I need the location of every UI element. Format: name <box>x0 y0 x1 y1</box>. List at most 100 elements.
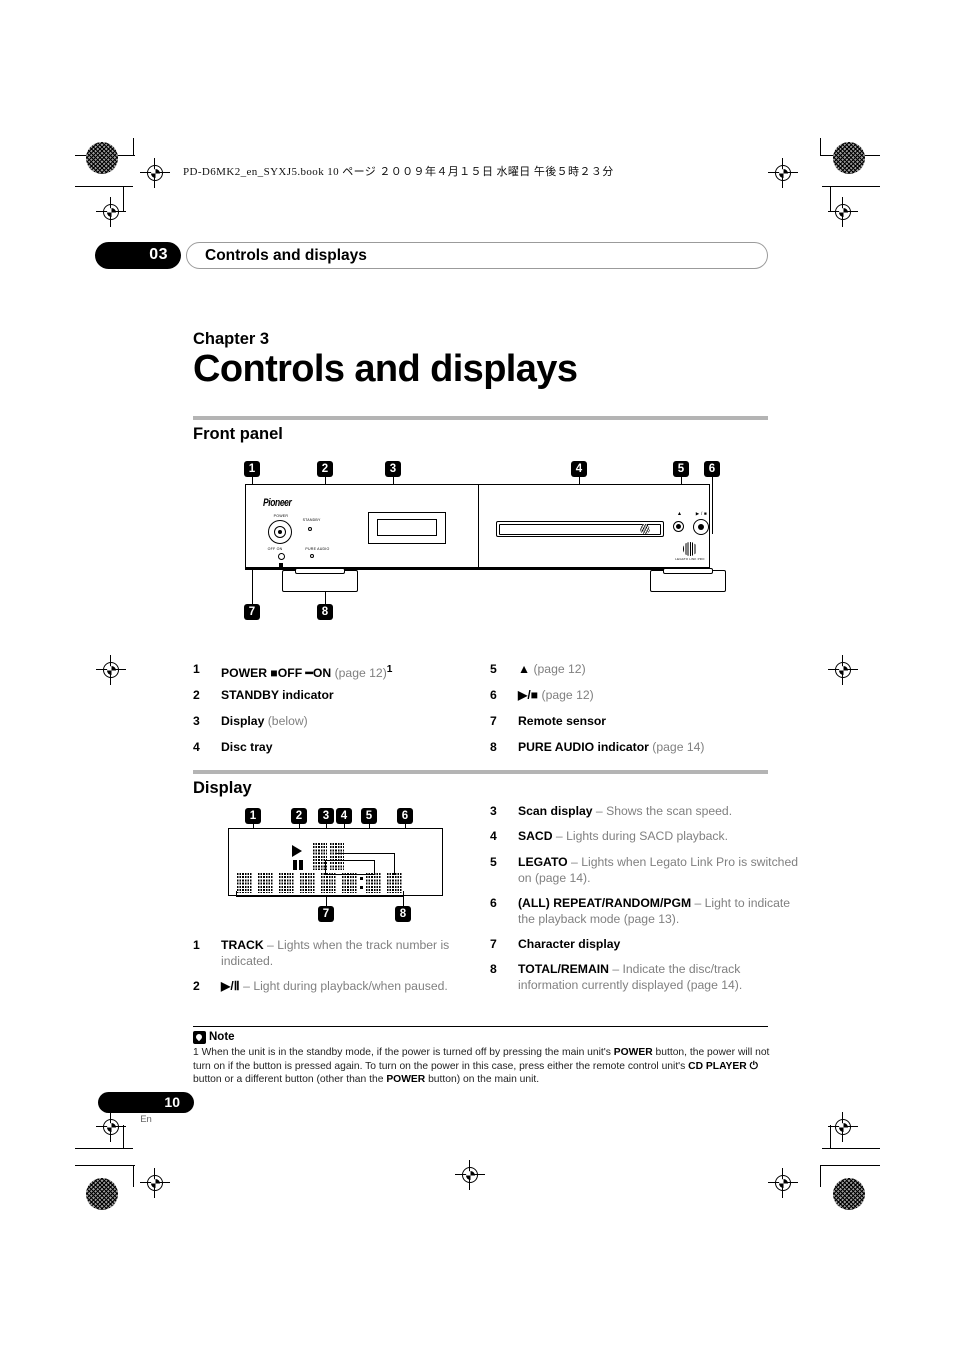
callout-badge-2: 2 <box>317 461 333 477</box>
character-display-bracket-right <box>403 891 405 897</box>
standby-label: STANDBY <box>302 517 321 523</box>
power-label-text: POWER <box>221 666 268 681</box>
list-detail: (below) <box>264 714 308 728</box>
list-number: 1 <box>193 938 200 952</box>
page-title: Controls and displays <box>193 348 578 390</box>
character-segment <box>237 873 252 893</box>
display-callout-badge-1: 1 <box>245 808 261 824</box>
character-display-bracket <box>236 896 404 898</box>
pioneer-logo: Pioneer <box>263 496 292 509</box>
list-number: 1 <box>193 662 200 676</box>
list-number: 5 <box>490 855 497 869</box>
section-rule-display <box>193 770 768 774</box>
callout-badge-6: 6 <box>704 461 720 477</box>
power-knob-core <box>278 530 282 534</box>
colon-separator-icon <box>360 877 363 880</box>
list-text: Remote sensor <box>518 714 768 730</box>
character-segment <box>279 873 294 893</box>
halftone-dot <box>833 142 865 174</box>
list-text: ▶/Ⅱ – Light during playback/when paused. <box>221 979 506 995</box>
legato-region-outline <box>335 853 395 855</box>
note-bold-power: POWER <box>613 1047 653 1058</box>
remote-sensor-window <box>278 553 285 560</box>
note-body: 1 When the unit is in the standby mode, … <box>193 1046 770 1087</box>
list-text: LEGATO – Lights when Legato Link Pro is … <box>518 855 798 886</box>
character-segment <box>258 873 273 893</box>
list-number: 8 <box>490 740 497 754</box>
list-text: Scan display – Shows the scan speed. <box>518 804 798 820</box>
list-term: (ALL) REPEAT/RANDOM/PGM <box>518 896 692 910</box>
list-text: (ALL) REPEAT/RANDOM/PGM – Light to indic… <box>518 896 798 927</box>
list-detail: (page 12) <box>538 688 594 702</box>
registration-target <box>96 197 126 227</box>
total-remain-region-top <box>325 860 375 862</box>
list-text: Display (below) <box>221 714 471 730</box>
display-callout-badge-8: 8 <box>395 906 411 922</box>
note-heading: Note <box>209 1031 235 1043</box>
character-segment <box>321 873 336 893</box>
list-text: POWER ■OFF ━ON (page 12)1 <box>221 664 393 681</box>
character-segment <box>366 873 381 893</box>
off-on-label: OFF ON <box>267 546 283 552</box>
halftone-dot <box>86 142 118 174</box>
list-detail: – Lights during SACD playback. <box>552 829 729 843</box>
callout-badge-4: 4 <box>571 461 587 477</box>
list-text: TOTAL/REMAIN – Indicate the disc/track i… <box>518 962 798 993</box>
sacd-segment <box>330 843 344 870</box>
list-detail: – Light during playback/when paused. <box>239 979 448 993</box>
registration-target <box>96 655 126 685</box>
callout-badge-8: 8 <box>317 604 333 620</box>
power-on-text: ON <box>312 666 332 681</box>
list-text: PURE AUDIO indicator (page 14) <box>518 740 788 756</box>
list-number: 7 <box>490 714 497 728</box>
chapter-label: Chapter 3 <box>193 330 270 348</box>
page-number-pill: 10 <box>98 1092 194 1113</box>
list-text: Character display <box>518 937 798 953</box>
registration-target <box>140 158 170 188</box>
page-ref: (page 12) <box>334 666 387 681</box>
list-text: ▶/■ (page 12) <box>518 688 768 704</box>
list-number: 2 <box>193 979 200 993</box>
chapter-title-bar: Controls and displays <box>186 242 768 269</box>
note-icon <box>193 1031 206 1044</box>
display-callout-badge-7: 7 <box>318 906 334 922</box>
display-illustration <box>228 828 443 898</box>
list-number: 4 <box>490 829 497 843</box>
registration-target <box>828 1112 858 1142</box>
section-rule-front-panel <box>193 416 768 420</box>
note-bold-power-2: POWER <box>386 1074 426 1086</box>
list-term: PURE AUDIO indicator <box>518 740 649 754</box>
chapter-title-label: Controls and displays <box>205 247 367 264</box>
pause-bars-icon <box>293 860 297 870</box>
list-term: TOTAL/REMAIN <box>518 962 609 976</box>
callout-badge-1: 1 <box>244 461 260 477</box>
display-callout-badge-2: 2 <box>291 808 307 824</box>
standby-indicator-led <box>308 527 312 531</box>
play-stop-label: ▶ / ■ <box>695 510 707 517</box>
pure-audio-label: PURE AUDIO <box>305 546 330 552</box>
legato-link-pro-caption: LEGATO LINK PRO <box>675 556 705 562</box>
list-number: 5 <box>490 662 497 676</box>
halftone-dot <box>86 1178 118 1210</box>
registration-target <box>768 158 798 188</box>
list-term: TRACK <box>221 938 264 952</box>
list-number: 3 <box>490 804 497 818</box>
list-number: 4 <box>193 740 200 754</box>
total-remain-region-bottom <box>325 874 375 876</box>
sacd-logo-icon <box>640 524 650 534</box>
list-number: 3 <box>193 714 200 728</box>
total-remain-region-right <box>374 860 376 875</box>
note-text-part1: 1 When the unit is in the standby mode, … <box>193 1047 614 1058</box>
character-segment <box>342 873 357 893</box>
page-language-code: En <box>140 1114 152 1125</box>
list-number: 7 <box>490 937 497 951</box>
list-term: Character display <box>518 937 621 951</box>
repeat-region-outline <box>394 853 396 875</box>
list-number: 2 <box>193 688 200 702</box>
pause-bars-icon-2 <box>299 860 303 870</box>
display-window-inner <box>377 519 437 536</box>
list-text: STANDBY indicator <box>221 688 471 704</box>
chapter-number-tab: 03 <box>95 242 181 269</box>
registration-target <box>828 197 858 227</box>
list-term: LEGATO <box>518 855 568 869</box>
